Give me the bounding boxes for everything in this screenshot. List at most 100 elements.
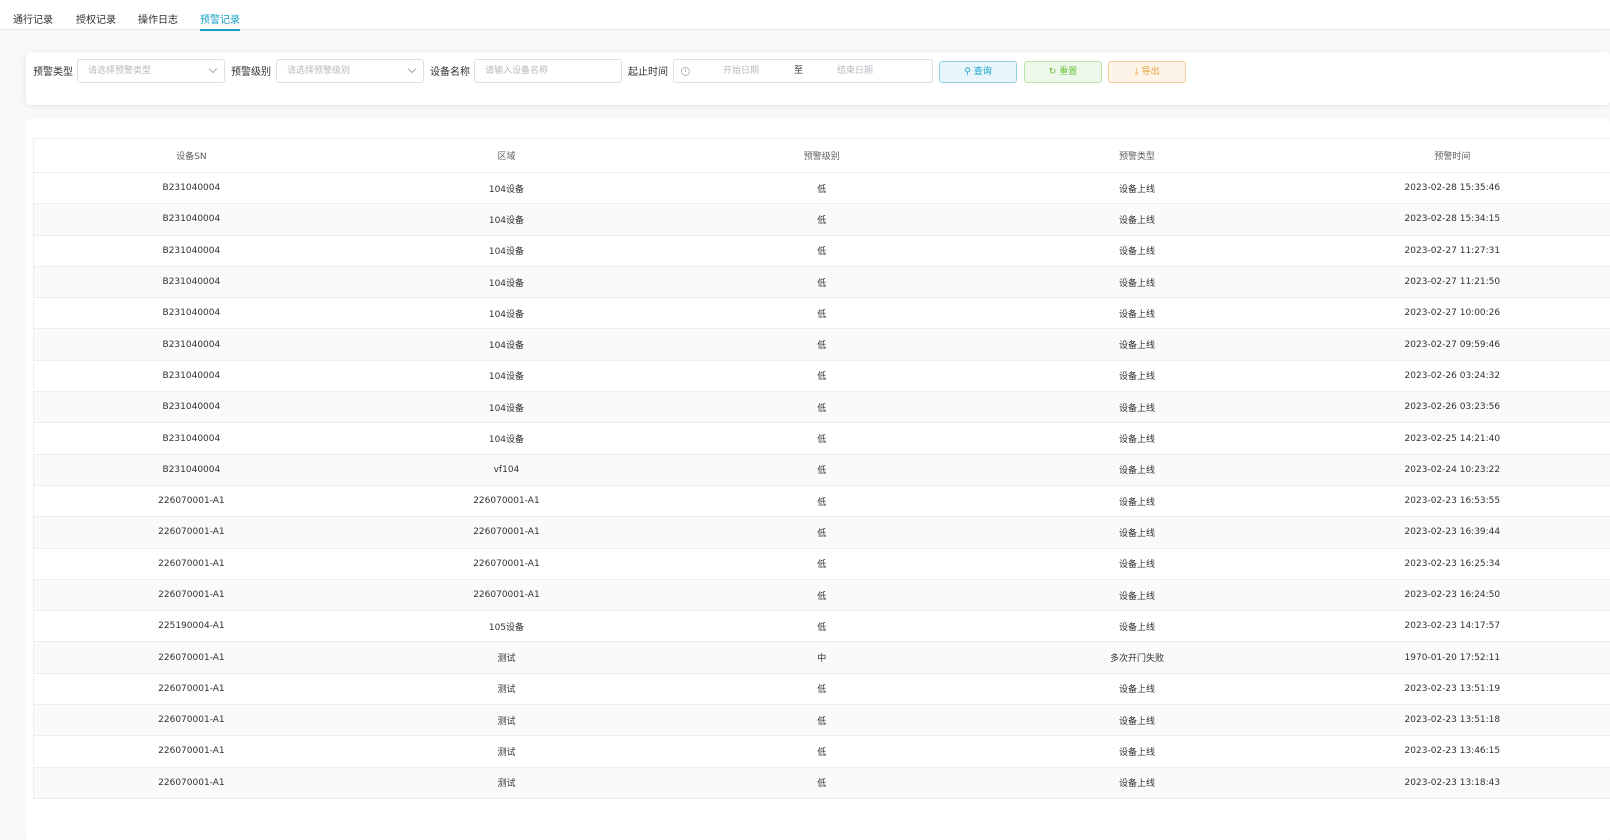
table-row[interactable]: 226070001-A1 测试低设备上线 2023-02-23 13:18:43 xyxy=(33,767,1610,799)
cell-device-sn: 225190004-A1 xyxy=(33,610,349,643)
tab-authorization-records[interactable]: 授权记录 xyxy=(76,11,116,29)
cell-device-sn: B231040004 xyxy=(33,328,349,361)
reset-button[interactable]: ↻ 重置 xyxy=(1024,61,1102,83)
cell-warning-time: 2023-02-23 13:46:15 xyxy=(1294,735,1610,768)
cell-device-sn: B231040004 xyxy=(33,422,349,455)
cell-device-sn: 226070001-A1 xyxy=(33,516,349,549)
cell-area: 104设备 xyxy=(348,172,665,205)
query-button-label: 查询 xyxy=(973,67,992,77)
cell-warning-time: 2023-02-26 03:24:32 xyxy=(1294,360,1610,393)
cell-warning-level: 低 xyxy=(664,485,980,518)
table-row[interactable]: 226070001-A1 226070001-A1 低设备上线 2023-02-23 … xyxy=(33,548,1610,580)
cell-warning-type: 设备上线 xyxy=(979,485,1295,518)
date-range-separator: 至 xyxy=(794,66,804,76)
cell-warning-level: 低 xyxy=(664,610,980,643)
table-row[interactable]: B231040004 104设备低设备上线 2023-02-27 10:00:26 xyxy=(33,297,1610,330)
cell-warning-level: 低 xyxy=(664,172,980,205)
cell-warning-type: 设备上线 xyxy=(979,704,1295,737)
table-row[interactable]: 225190004-A1 105设备低设备上线 2023-02-23 14:17:5… xyxy=(33,610,1610,643)
cell-warning-level: 低 xyxy=(664,328,980,361)
table-row[interactable]: B231040004 104设备低设备上线 2023-02-27 11:21:50 xyxy=(33,266,1610,299)
date-range-picker[interactable]: 开始日期 至 结束日期 xyxy=(673,59,933,83)
cell-device-sn: B231040004 xyxy=(33,235,349,267)
table-row[interactable]: 226070001-A1 测试低设备上线 2023-02-23 13:51:19 xyxy=(33,673,1610,706)
download-icon: ⤓ xyxy=(1134,67,1139,77)
cell-device-sn: B231040004 xyxy=(33,391,349,424)
table-row[interactable]: B231040004 vf104 低设备上线 2023-02-24 10:23:22 xyxy=(33,454,1610,486)
cell-warning-type: 设备上线 xyxy=(979,735,1295,768)
cell-area: 226070001-A1 xyxy=(348,516,665,549)
export-button[interactable]: ⤓ 导出 xyxy=(1108,61,1186,83)
tab-warning-records[interactable]: 预警记录 xyxy=(200,11,240,31)
tab-bar: 通行记录 授权记录 操作日志 预警记录 xyxy=(0,0,1610,31)
cell-warning-type: 设备上线 xyxy=(979,767,1295,799)
cell-warning-time: 2023-02-26 03:23:56 xyxy=(1294,391,1610,424)
cell-area: 104设备 xyxy=(348,266,665,299)
cell-device-sn: 226070001-A1 xyxy=(33,704,349,737)
cell-warning-type: 设备上线 xyxy=(979,516,1295,549)
cell-warning-type: 设备上线 xyxy=(979,360,1295,393)
cell-device-sn: B231040004 xyxy=(33,454,349,486)
column-header-area[interactable]: 区域 xyxy=(348,138,665,173)
query-button[interactable]: ⚲ 查询 xyxy=(939,61,1017,83)
cell-warning-type: 设备上线 xyxy=(979,266,1295,299)
refresh-icon: ↻ xyxy=(1048,67,1057,77)
table-row[interactable]: 226070001-A1 226070001-A1 低设备上线 2023-02-23 … xyxy=(33,516,1610,549)
cell-warning-time: 2023-02-27 11:27:31 xyxy=(1294,235,1610,267)
time-range-label: 起止时间 xyxy=(628,67,668,78)
start-date-input[interactable]: 开始日期 xyxy=(723,60,759,82)
cell-area: 104设备 xyxy=(348,422,665,455)
cell-area: 226070001-A1 xyxy=(348,485,665,518)
warning-type-select[interactable]: 请选择预警类型 xyxy=(77,59,225,83)
cell-warning-time: 2023-02-25 14:21:40 xyxy=(1294,422,1610,455)
warning-level-label: 预警级别 xyxy=(231,67,271,78)
cell-area: 104设备 xyxy=(348,328,665,361)
cell-device-sn: 226070001-A1 xyxy=(33,767,349,799)
device-name-label: 设备名称 xyxy=(430,67,470,78)
cell-warning-type: 设备上线 xyxy=(979,172,1295,205)
column-header-device-sn[interactable]: 设备SN xyxy=(33,138,349,173)
cell-area: 226070001-A1 xyxy=(348,548,665,580)
table-row[interactable]: B231040004 104设备低设备上线 2023-02-28 15:34:15 xyxy=(33,203,1610,236)
warning-type-placeholder: 请选择预警类型 xyxy=(88,66,152,76)
cell-area: 测试 xyxy=(348,673,665,706)
table-row[interactable]: B231040004 104设备低设备上线 2023-02-26 03:24:32 xyxy=(33,360,1610,393)
cell-warning-time: 2023-02-28 15:35:46 xyxy=(1294,172,1610,205)
table-row[interactable]: 226070001-A1 测试中多次开门失败 1970-01-20 17:52:11 xyxy=(33,641,1610,674)
table-row[interactable]: 226070001-A1 测试低设备上线 2023-02-23 13:51:18 xyxy=(33,704,1610,737)
warning-level-placeholder: 请选择预警级别 xyxy=(287,66,351,76)
table-row[interactable]: B231040004 104设备低设备上线 2023-02-26 03:23:56 xyxy=(33,391,1610,424)
cell-area: 104设备 xyxy=(348,360,665,393)
cell-warning-level: 低 xyxy=(664,704,980,737)
table-body: B231040004 104设备低设备上线 2023-02-28 15:35:46 B… xyxy=(33,172,1610,799)
cell-warning-level: 低 xyxy=(664,579,980,612)
cell-warning-type: 多次开门失败 xyxy=(979,641,1295,674)
table-row[interactable]: B231040004 104设备低设备上线 2023-02-27 09:59:46 xyxy=(33,328,1610,361)
cell-device-sn: 226070001-A1 xyxy=(33,735,349,768)
cell-warning-time: 2023-02-23 14:17:57 xyxy=(1294,610,1610,643)
warning-level-select[interactable]: 请选择预警级别 xyxy=(276,59,424,83)
cell-warning-type: 设备上线 xyxy=(979,422,1295,455)
table-row[interactable]: 226070001-A1 226070001-A1 低设备上线 2023-02-23 … xyxy=(33,485,1610,518)
cell-warning-time: 2023-02-28 15:34:15 xyxy=(1294,203,1610,236)
device-name-input[interactable]: 请输入设备名称 xyxy=(474,59,622,83)
cell-area: 104设备 xyxy=(348,297,665,330)
tab-operation-log[interactable]: 操作日志 xyxy=(138,11,178,29)
cell-warning-level: 低 xyxy=(664,454,980,486)
cell-warning-type: 设备上线 xyxy=(979,203,1295,236)
clock-icon xyxy=(681,67,690,76)
cell-device-sn: 226070001-A1 xyxy=(33,641,349,674)
chevron-down-icon xyxy=(407,64,417,74)
column-header-warning-type[interactable]: 预警类型 xyxy=(979,138,1295,173)
column-header-warning-level[interactable]: 预警级别 xyxy=(664,138,980,173)
table-row[interactable]: B231040004 104设备低设备上线 2023-02-28 15:35:46 xyxy=(33,172,1610,205)
column-header-warning-time[interactable]: 预警时间 xyxy=(1294,138,1610,173)
end-date-input[interactable]: 结束日期 xyxy=(837,60,873,82)
table-row[interactable]: B231040004 104设备低设备上线 2023-02-25 14:21:40 xyxy=(33,422,1610,455)
cell-warning-level: 低 xyxy=(664,266,980,299)
tab-access-records[interactable]: 通行记录 xyxy=(13,11,53,29)
reset-button-label: 重置 xyxy=(1059,67,1078,77)
table-row[interactable]: 226070001-A1 226070001-A1 低设备上线 2023-02-23 … xyxy=(33,579,1610,612)
table-row[interactable]: 226070001-A1 测试低设备上线 2023-02-23 13:46:15 xyxy=(33,735,1610,768)
table-row[interactable]: B231040004 104设备低设备上线 2023-02-27 11:27:31 xyxy=(33,235,1610,267)
